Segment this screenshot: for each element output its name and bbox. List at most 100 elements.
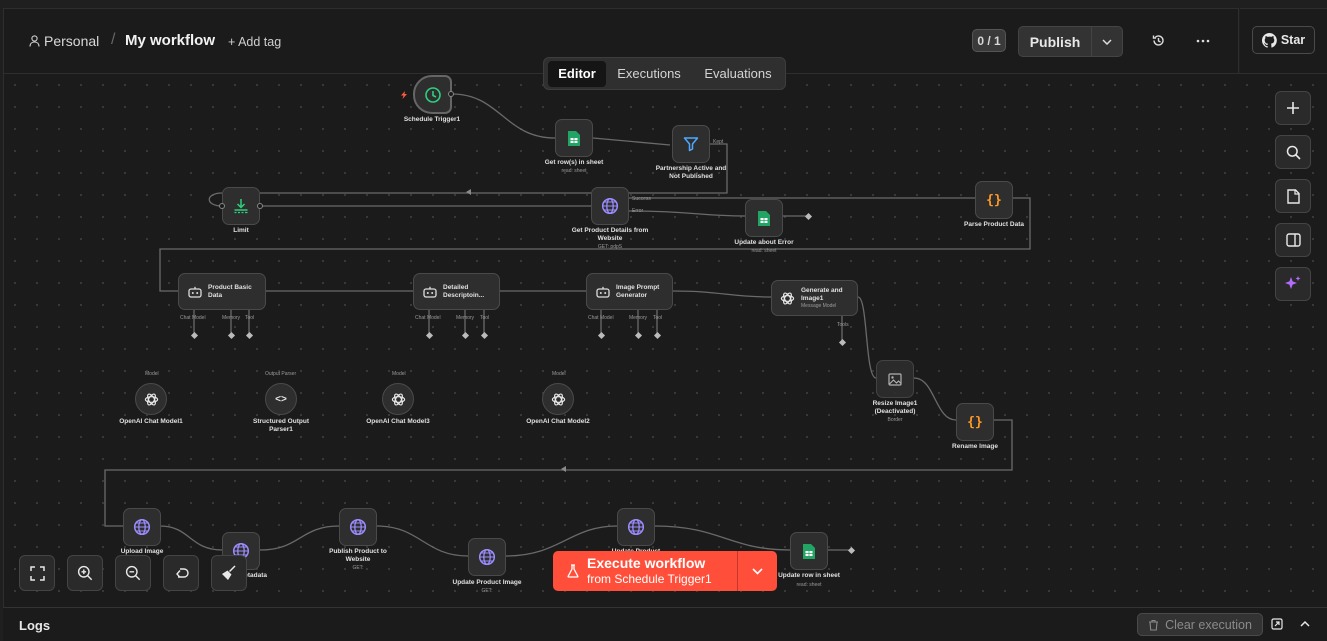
trigger-bolt-icon [401, 91, 407, 99]
code-icon: {} [986, 192, 1002, 208]
node-detailed-description[interactable]: Detailed Descriptoin... [413, 273, 500, 310]
publish-button[interactable]: Publish [1018, 26, 1092, 57]
node-label: OpenAI Chat Model1 [119, 418, 183, 425]
node-openai-chat-model3[interactable] [382, 383, 414, 415]
toggle-panel-button[interactable] [1275, 223, 1311, 257]
undo-button[interactable] [163, 555, 199, 591]
node-filter[interactable] [672, 125, 710, 163]
tidy-up-button[interactable] [211, 555, 247, 591]
node-subtitle: GET: pdpS [597, 244, 623, 250]
node-image-prompt-generator[interactable]: Image Prompt Generator [586, 273, 673, 310]
user-icon [29, 35, 40, 47]
workflow-canvas[interactable] [3, 73, 1327, 607]
code-brackets-icon: <> [275, 393, 287, 405]
node-rename-image[interactable]: {} [956, 403, 994, 441]
view-tabs: Editor Executions Evaluations [543, 57, 786, 90]
node-parse-product-data[interactable]: {} [975, 181, 1013, 219]
node-get-product-details[interactable] [591, 187, 629, 225]
input-label-tool: Tool [653, 315, 663, 321]
node-subtitle: read: sheet [561, 168, 587, 174]
node-update-product-image[interactable] [468, 538, 506, 576]
publish-dropdown-button[interactable] [1091, 26, 1123, 57]
node-label: Schedule Trigger1 [403, 116, 461, 123]
openai-icon [144, 392, 158, 406]
node-label: Partnership Active and Not Published [655, 165, 727, 180]
tab-evaluations[interactable]: Evaluations [694, 61, 782, 87]
node-subtitle: Message Model [801, 303, 837, 309]
input-label-chat-model: Chat Model [588, 315, 614, 321]
node-subtitle: read: sheet [751, 248, 777, 254]
port-label: Model [392, 371, 406, 377]
fullscreen-icon [29, 565, 45, 581]
node-limit[interactable] [222, 187, 260, 225]
node-resize-image[interactable] [876, 360, 914, 398]
workflow-name[interactable]: My workflow [125, 32, 215, 49]
node-label: OpenAI Chat Model3 [366, 418, 430, 425]
node-structured-output-parser[interactable]: <> [265, 383, 297, 415]
sticky-note-button[interactable] [1275, 179, 1311, 213]
node-openai-chat-model1[interactable] [135, 383, 167, 415]
github-star-label: Star [1280, 33, 1306, 47]
zoom-in-button[interactable] [67, 555, 103, 591]
fit-view-button[interactable] [19, 555, 55, 591]
input-label-tool: Tool [245, 315, 255, 321]
node-update-about-error[interactable] [745, 199, 783, 237]
node-subtitle: Border [887, 417, 903, 423]
chevron-up-icon[interactable] [1300, 620, 1310, 627]
ai-assistant-button[interactable] [1275, 267, 1311, 301]
logs-panel[interactable]: Logs Clear execution [3, 607, 1327, 641]
globe-icon [478, 548, 496, 566]
node-get-rows[interactable] [555, 119, 593, 157]
clear-execution-button[interactable]: Clear execution [1137, 613, 1263, 636]
limit-icon [234, 199, 248, 214]
history-icon[interactable] [1151, 33, 1166, 48]
node-update-product[interactable] [617, 508, 655, 546]
node-label: Structured Output Parser1 [253, 418, 309, 433]
sparkle-icon [1285, 276, 1301, 289]
code-icon: {} [967, 414, 983, 430]
version-counter: 0 / 1 [972, 29, 1006, 52]
tab-editor[interactable]: Editor [548, 61, 606, 87]
zoom-out-icon [125, 565, 141, 581]
robot-icon [596, 286, 610, 298]
input-label-chat-model: Chat Model [415, 315, 441, 321]
zoom-out-button[interactable] [115, 555, 151, 591]
node-label: Update row in sheet [778, 572, 840, 579]
execute-workflow-button[interactable]: Execute workflow from Schedule Trigger1 [553, 551, 737, 591]
flask-icon [567, 564, 579, 578]
filter-icon [683, 137, 699, 152]
pop-out-icon[interactable] [1271, 618, 1283, 630]
execute-dropdown-button[interactable] [738, 551, 777, 591]
add-tag-button[interactable]: + Add tag [228, 35, 281, 49]
input-label-tool: Tool [480, 315, 490, 321]
robot-icon [188, 286, 202, 298]
node-label: Rename Image [952, 443, 998, 450]
port-label: Model [145, 371, 159, 377]
tab-executions[interactable]: Executions [610, 61, 688, 87]
robot-icon [423, 286, 437, 298]
port-label: Output Parser [265, 371, 297, 377]
node-label: Publish Product to Website [329, 548, 387, 563]
node-label: Update Product Image [452, 579, 522, 586]
breadcrumb-project[interactable]: Personal [44, 33, 99, 49]
node-subtitle: GET: [352, 565, 364, 571]
chevron-down-icon [752, 567, 763, 575]
openai-icon [780, 291, 795, 305]
logs-label: Logs [19, 618, 51, 633]
node-label: Update about Error [734, 239, 794, 246]
input-label-chat-model: Chat Model [180, 315, 206, 321]
node-update-row[interactable] [790, 532, 828, 570]
input-label-memory: Memory [456, 315, 475, 321]
node-product-basic-data[interactable]: Product Basic Data [178, 273, 266, 310]
node-openai-chat-model2[interactable] [542, 383, 574, 415]
more-options-icon[interactable] [1196, 39, 1210, 43]
github-star-button[interactable]: Star [1252, 26, 1315, 54]
node-schedule-trigger[interactable] [413, 75, 452, 114]
panel-icon [1285, 233, 1301, 247]
search-nodes-button[interactable] [1275, 135, 1311, 169]
node-upload-image[interactable] [123, 508, 161, 546]
node-publish-product[interactable] [339, 508, 377, 546]
node-generate-image[interactable]: Generate and Image1 Message Model [771, 280, 858, 316]
search-icon [1286, 145, 1301, 160]
add-node-button[interactable] [1275, 91, 1311, 125]
